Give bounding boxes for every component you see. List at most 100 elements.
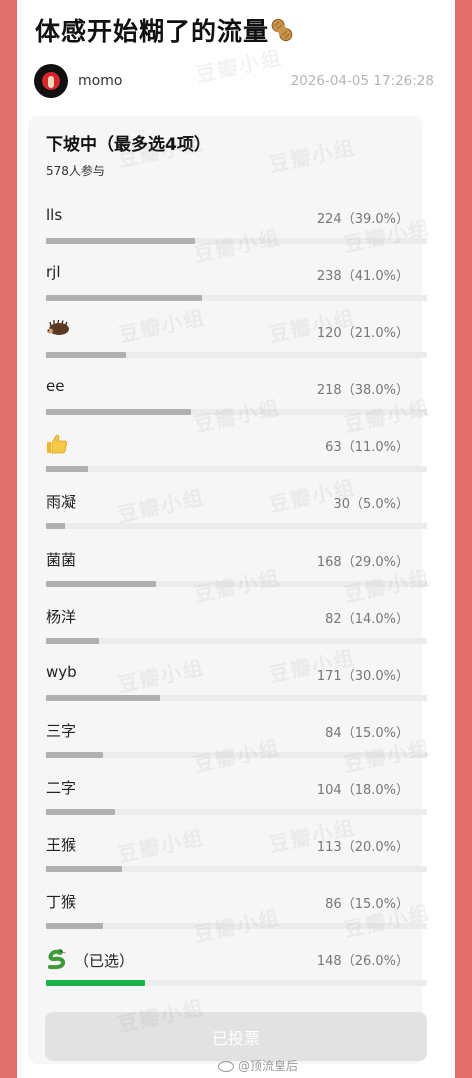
- post-title-text: 体感开始糊了的流量: [35, 17, 270, 46]
- snake-icon: [46, 948, 68, 974]
- poll-option-count: 238（41.0%）: [316, 269, 409, 285]
- poll-option-track: [46, 923, 427, 930]
- poll-option-bar: [46, 637, 100, 644]
- poll-option-label: 丁猴: [46, 891, 76, 912]
- poll-option-bar: [46, 580, 157, 587]
- poll-option-count: 218（38.0%）: [316, 383, 409, 399]
- poll-option-bar: [46, 751, 104, 758]
- poll-participants: 578人参与: [46, 164, 105, 178]
- poll-option-count: 86（15.0%）: [325, 897, 409, 913]
- poll-option-count: 113（20.0%）: [316, 840, 409, 856]
- poll-option-count: 30（5.0%）: [333, 497, 409, 513]
- poll-title: 下坡中（最多选4项）: [46, 135, 211, 155]
- poll-option-track: [46, 523, 427, 530]
- poll-option-text: rjl: [46, 263, 61, 282]
- poll-option-count: 148（26.0%）: [316, 954, 409, 970]
- poll-option-label: 王猴: [46, 834, 76, 855]
- poll-option-bar: [46, 352, 126, 359]
- poll-option-track: [46, 580, 427, 587]
- poll-option[interactable]: 雨凝 30（5.0%）: [46, 487, 427, 544]
- poll-option[interactable]: ee 218（38.0%）: [46, 373, 427, 430]
- poll-option-bar: [46, 295, 203, 302]
- poll-option-bar: [46, 923, 104, 930]
- weibo-icon: [218, 1061, 234, 1072]
- weibo-source-text: @顶流皇后: [238, 1059, 299, 1073]
- voted-button[interactable]: 已投票: [45, 1012, 427, 1061]
- poll-option-track: [46, 980, 427, 987]
- poll-option-bar: [46, 238, 195, 244]
- hedgehog-icon: [46, 320, 70, 340]
- poll-option-bar: [46, 808, 115, 815]
- poll-option-count: 120（21.0%）: [316, 326, 409, 342]
- poll-option-track: [46, 238, 427, 244]
- poll-option-label: （已选）: [46, 948, 134, 974]
- poll-option-count: 171（30.0%）: [316, 668, 409, 684]
- poll-option-label: ee: [46, 377, 64, 395]
- poll-option[interactable]: 杨洋 82（14.0%）: [46, 602, 427, 659]
- poll-option-label: 雨凝: [46, 491, 76, 512]
- poll-option-count: 82（14.0%）: [325, 611, 409, 627]
- poll-option-label: lls: [46, 206, 62, 224]
- poll-option-label: [46, 320, 70, 340]
- poll-option-track: [46, 751, 427, 758]
- poll-option[interactable]: （已选） 148（26.0%）: [46, 944, 427, 1001]
- poll-option-label: [46, 434, 68, 458]
- weibo-source-mark: @顶流皇后: [218, 1057, 298, 1074]
- poll-option-label: wyb: [46, 663, 77, 681]
- poll-option[interactable]: 菌菌 168（29.0%）: [46, 545, 427, 602]
- poll-option[interactable]: 三字 84（15.0%）: [46, 716, 427, 773]
- poll-option-bar: [46, 866, 123, 873]
- poll-option-bar: [46, 409, 191, 416]
- poll-option-text: 三字: [46, 721, 77, 740]
- poll-option-text: 丁猴: [46, 893, 77, 912]
- poll-option-text: wyb: [46, 662, 77, 681]
- poll-option[interactable]: 丁猴 86（15.0%）: [46, 887, 427, 944]
- post-timestamp: 2026-04-05 17:26:28: [290, 73, 434, 89]
- poll-option-text: 杨洋: [46, 607, 77, 626]
- poll-option[interactable]: 120（21.0%）: [46, 316, 427, 373]
- poll-option[interactable]: 63（11.0%）: [46, 430, 427, 487]
- poll-option-bar-selected: [46, 980, 146, 987]
- poll-option-bar: [46, 694, 161, 701]
- poll-option-text: 王猴: [46, 836, 77, 855]
- poll-option-count: 224（39.0%）: [316, 212, 409, 227]
- peanut-icon: [269, 17, 295, 49]
- poll-option-label: 菌菌: [46, 549, 76, 570]
- post-title: 体感开始糊了的流量: [35, 12, 295, 49]
- poll-option-label: 三字: [46, 720, 76, 741]
- poll-options: lls 224（39.0%） rjl 238（41.0%） 120（21.0%） ee 21…: [46, 202, 427, 1001]
- poll-option-bar: [46, 523, 66, 530]
- poll-option-track: [46, 295, 427, 302]
- poll-option-count: 63（11.0%）: [325, 440, 409, 456]
- poll-option-track: [46, 808, 427, 815]
- poll-option[interactable]: lls 224（39.0%）: [46, 202, 427, 259]
- author-row: momo 2026-04-05 17:26:28: [34, 64, 438, 100]
- thumbs-up-icon: [46, 434, 68, 458]
- poll-option-bar: [46, 466, 88, 473]
- poll-option-count: 84（15.0%）: [325, 725, 409, 741]
- poll-option-count: 104（18.0%）: [316, 782, 409, 798]
- author-name[interactable]: momo: [78, 73, 122, 89]
- poll-card: 下坡中（最多选4项） 578人参与 lls 224（39.0%） rjl 238（41…: [28, 116, 427, 1064]
- avatar[interactable]: [34, 64, 68, 98]
- poll-option-track: [46, 866, 427, 873]
- poll-option-track: [46, 352, 427, 359]
- poll-option-text: 雨凝: [46, 493, 77, 512]
- poll-option-label: rjl: [46, 263, 61, 281]
- poll-option-count: 168（29.0%）: [316, 554, 409, 570]
- poll-option-track: [46, 694, 427, 701]
- poll-option-text: 菌菌: [46, 550, 77, 569]
- poll-option[interactable]: wyb 171（30.0%）: [46, 659, 427, 716]
- poll-option-track: [46, 409, 427, 416]
- poll-option[interactable]: 二字 104（18.0%）: [46, 773, 427, 830]
- poll-option-label: 杨洋: [46, 606, 76, 627]
- poll-option-text: 二字: [46, 778, 77, 797]
- poll-option[interactable]: 王猴 113（20.0%）: [46, 830, 427, 887]
- poll-option[interactable]: rjl 238（41.0%）: [46, 259, 427, 316]
- poll-option-track: [46, 637, 427, 644]
- poll-option-text: ee: [46, 377, 65, 396]
- poll-option-label: 二字: [46, 777, 76, 798]
- poll-option-track: [46, 466, 427, 473]
- poll-option-text: lls: [46, 206, 63, 224]
- poll-option-text: （已选）: [74, 951, 135, 970]
